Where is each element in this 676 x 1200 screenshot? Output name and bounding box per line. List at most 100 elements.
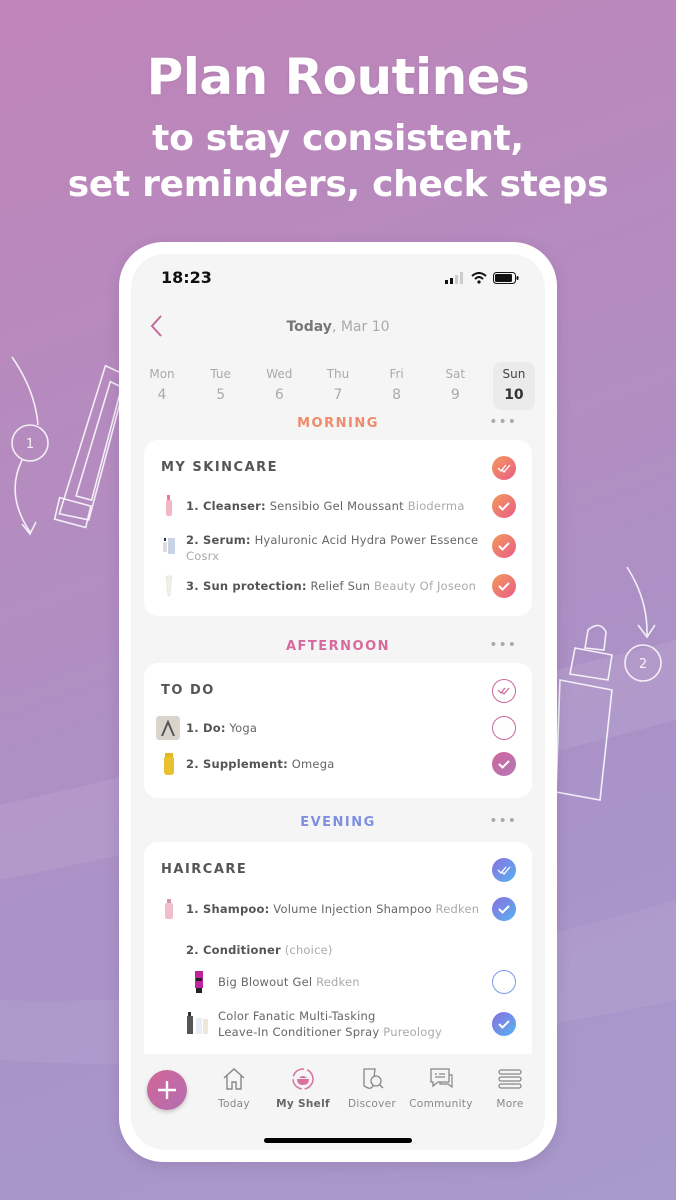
option-text: Color Fanatic Multi-Tasking Leave-In Cond…: [218, 1009, 443, 1039]
step-checkbox-checked[interactable]: [492, 897, 516, 921]
step-text: 2. Conditioner (choice): [186, 943, 333, 957]
status-bar: 18:23: [131, 266, 545, 290]
home-indicator[interactable]: [264, 1138, 412, 1143]
date-title: Today, Mar 10: [131, 319, 545, 335]
tab-my-shelf[interactable]: My Shelf: [270, 1066, 336, 1110]
chat-icon: [430, 1068, 453, 1089]
tab-label: My Shelf: [276, 1098, 330, 1110]
check-icon: [498, 502, 510, 511]
headline-subtitle-line1: to stay consistent,: [152, 118, 524, 159]
routine-card-haircare[interactable]: HAIRCARE 1. Shampoo: Volume Injection Sh…: [144, 842, 532, 1072]
signal-icon: [445, 272, 463, 284]
day-fri[interactable]: Fri 8: [376, 362, 418, 410]
check-icon: [498, 1020, 510, 1029]
shampoo-thumbnail: [165, 899, 173, 919]
day-date: 5: [216, 387, 226, 403]
step-text: 1. Cleanser: Sensibio Gel Moussant Biode…: [186, 499, 465, 513]
tab-today[interactable]: Today: [201, 1066, 267, 1110]
tab-label: Today: [218, 1098, 250, 1110]
more-options-button[interactable]: •••: [489, 414, 517, 430]
home-icon: [223, 1068, 245, 1090]
step-text: 3. Sun protection: Relief Sun Beauty Of …: [186, 579, 477, 593]
week-strip: Mon 4 Tue 5 Wed 6 Thu 7 Fri 8 Sat 9 Sun 10: [141, 362, 535, 410]
battery-icon: [493, 272, 519, 284]
section-evening: EVENING •••: [131, 813, 545, 835]
step-checkbox-checked[interactable]: [492, 534, 516, 558]
complete-all-checkbox[interactable]: [492, 858, 516, 882]
day-date: 7: [333, 387, 343, 403]
day-mon[interactable]: Mon 4: [141, 362, 183, 410]
wifi-icon: [471, 272, 487, 284]
menu-icon: [498, 1069, 522, 1089]
tab-bar: Today My Shelf Discover Community More: [131, 1054, 545, 1150]
step-checkbox-checked[interactable]: [492, 494, 516, 518]
date-title-today: Today: [286, 319, 332, 335]
tab-label: More: [496, 1098, 524, 1110]
section-afternoon: AFTERNOON •••: [131, 637, 545, 659]
day-name: Wed: [266, 367, 293, 381]
day-sat[interactable]: Sat 9: [434, 362, 476, 410]
spray-thumbnail: [187, 1012, 208, 1034]
tab-label: Discover: [347, 1098, 397, 1110]
sunscreen-thumbnail: [165, 575, 173, 597]
more-options-button[interactable]: •••: [489, 637, 517, 653]
step-text: 1. Do: Yoga: [186, 721, 258, 735]
tab-community[interactable]: Community: [408, 1066, 474, 1110]
headline-subtitle-line2: set reminders, check steps: [67, 164, 609, 205]
routine-card-to-do[interactable]: TO DO 1. Do: Yoga 2. Supplement: Omega: [144, 663, 532, 798]
date-nav: Today, Mar 10: [131, 314, 545, 344]
step-two-label: 2: [639, 657, 647, 672]
tab-discover[interactable]: Discover: [339, 1066, 405, 1110]
routine-title: HAIRCARE: [161, 862, 248, 877]
plus-icon: [158, 1081, 176, 1099]
day-sun-selected[interactable]: Sun 10: [492, 362, 535, 410]
day-name: Mon: [149, 367, 175, 381]
option-checkbox-checked[interactable]: [492, 1012, 516, 1036]
day-thu[interactable]: Thu 7: [317, 362, 359, 410]
day-date: 6: [274, 387, 284, 403]
routine-title: MY SKINCARE: [161, 460, 279, 475]
step-checkbox-unchecked[interactable]: [492, 716, 516, 740]
complete-all-checkbox[interactable]: [492, 456, 516, 480]
routine-card-my-skincare[interactable]: MY SKINCARE 1. Cleanser: Sensibio Gel Mo…: [144, 440, 532, 616]
double-check-icon: [497, 687, 510, 695]
section-title: MORNING: [297, 416, 379, 431]
cleanser-thumbnail: [166, 495, 172, 516]
day-date: 8: [392, 387, 402, 403]
complete-all-checkbox[interactable]: [492, 679, 516, 703]
step-checkbox-checked[interactable]: [492, 752, 516, 776]
check-icon: [498, 760, 510, 769]
supplement-thumbnail: [164, 753, 174, 775]
day-tue[interactable]: Tue 5: [200, 362, 242, 410]
step-text: 2. Serum: Hyaluronic Acid Hydra Power Es…: [186, 533, 479, 563]
day-date: 10: [504, 387, 524, 403]
yoga-thumbnail: [156, 716, 180, 740]
more-options-button[interactable]: •••: [489, 813, 517, 829]
day-name: Tue: [210, 367, 231, 381]
headline-subtitle: to stay consistent, set reminders, check…: [0, 116, 676, 208]
section-morning: MORNING •••: [131, 414, 545, 436]
add-button[interactable]: [147, 1070, 187, 1110]
marketing-headline: Plan Routines to stay consistent, set re…: [0, 48, 676, 208]
status-time: 18:23: [161, 268, 212, 287]
check-icon: [498, 542, 510, 551]
option-checkbox-unchecked[interactable]: [492, 970, 516, 994]
section-title: EVENING: [300, 815, 376, 830]
day-name: Sun: [502, 367, 526, 381]
gel-thumbnail: [195, 971, 203, 993]
double-check-icon: [497, 866, 511, 875]
step-text: 2. Supplement: Omega: [186, 757, 335, 771]
serum-thumbnail: [163, 538, 175, 554]
shelf-icon: [292, 1068, 314, 1090]
check-icon: [498, 582, 510, 591]
day-date: 9: [450, 387, 460, 403]
phone-frame: 18:23 Today, Mar 10 Mon 4 Tue 5 Wed 6 Thu 7 …: [119, 242, 557, 1162]
day-wed[interactable]: Wed 6: [258, 362, 300, 410]
tab-more[interactable]: More: [477, 1066, 543, 1110]
section-title: AFTERNOON: [285, 639, 391, 654]
step-checkbox-checked[interactable]: [492, 574, 516, 598]
day-name: Fri: [389, 367, 404, 381]
check-icon: [498, 905, 510, 914]
routine-title: TO DO: [161, 683, 215, 698]
discover-icon: [363, 1068, 384, 1089]
